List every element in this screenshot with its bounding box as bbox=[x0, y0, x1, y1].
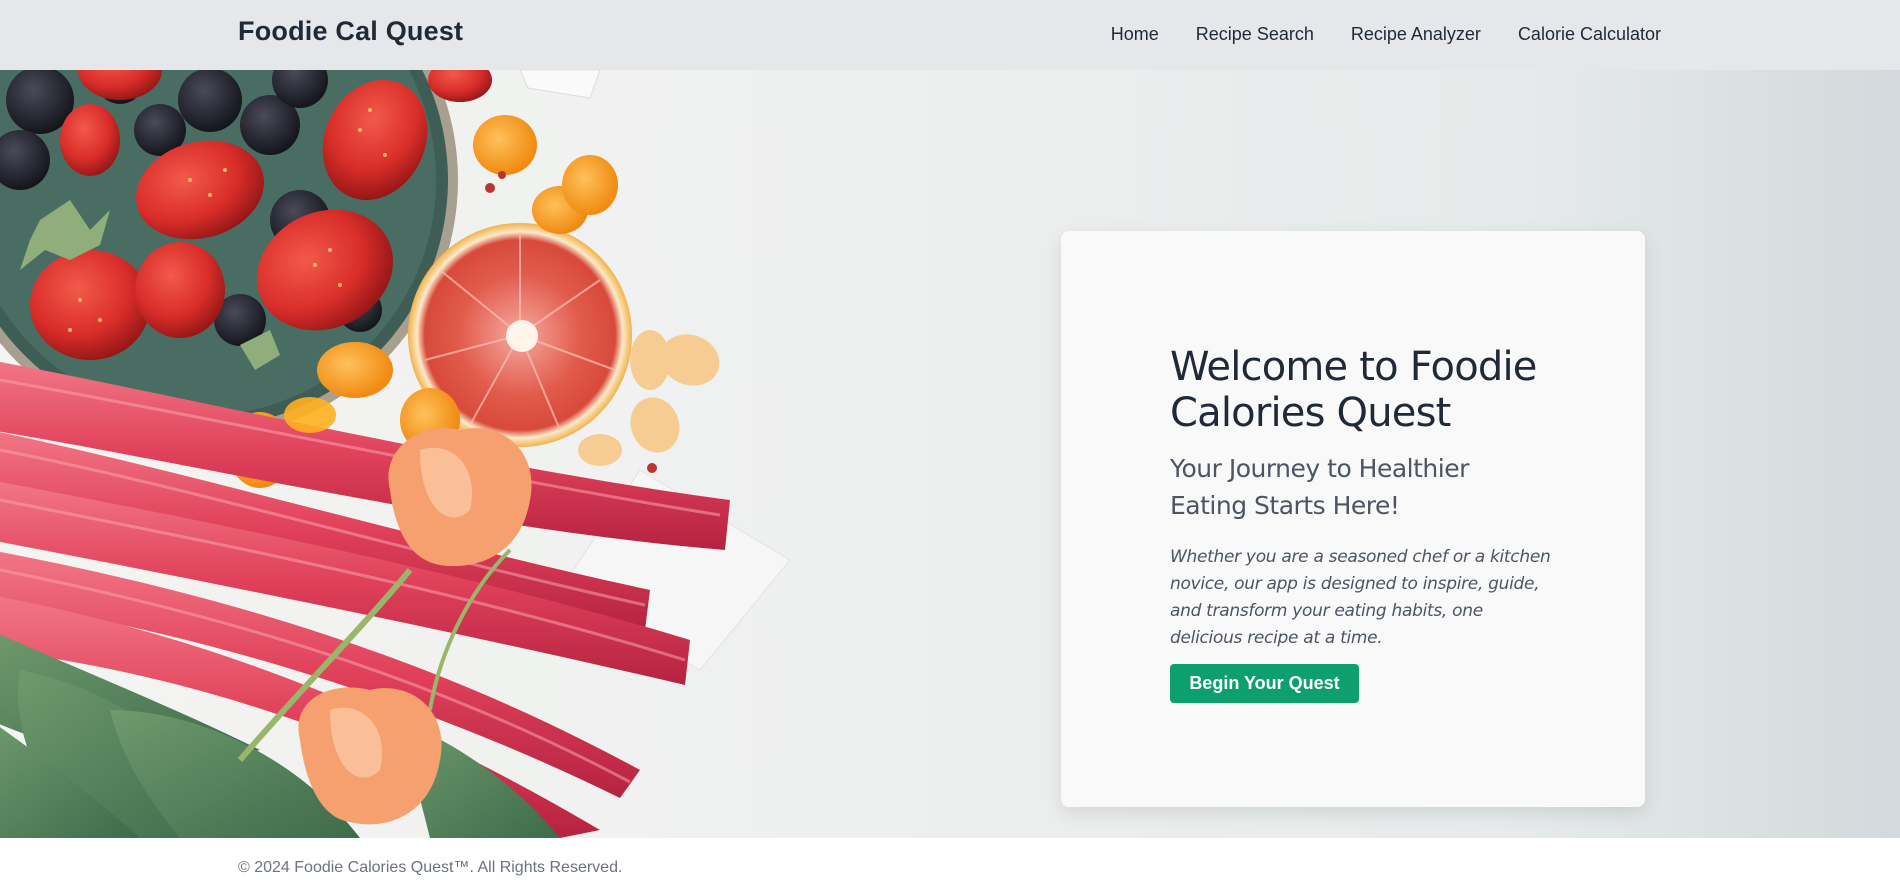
welcome-subheading: Your Journey to Healthier Eating Starts … bbox=[1170, 454, 1469, 520]
copyright-text: © 2024 Foodie Calories Quest™. All Right… bbox=[238, 859, 623, 876]
begin-quest-button[interactable]: Begin Your Quest bbox=[1170, 664, 1359, 703]
nav-link-recipe-search[interactable]: Recipe Search bbox=[1196, 24, 1314, 45]
welcome-card: Welcome to Foodie Calories Quest Your Jo… bbox=[1061, 231, 1645, 807]
hero-food-image bbox=[0, 70, 791, 838]
page-footer: © 2024 Foodie Calories Quest™. All Right… bbox=[0, 838, 1900, 889]
brand-logo[interactable]: Foodie Cal Quest bbox=[238, 16, 463, 47]
main-nav: Home Recipe Search Recipe Analyzer Calor… bbox=[1111, 24, 1661, 45]
welcome-heading: Welcome to Foodie Calories Quest bbox=[1170, 344, 1537, 436]
nav-link-home[interactable]: Home bbox=[1111, 24, 1159, 45]
welcome-description: Whether you are a seasoned chef or a kit… bbox=[1170, 547, 1551, 648]
top-navbar: Foodie Cal Quest Home Recipe Search Reci… bbox=[0, 0, 1900, 70]
nav-link-recipe-analyzer[interactable]: Recipe Analyzer bbox=[1351, 24, 1481, 45]
nav-link-calorie-calculator[interactable]: Calorie Calculator bbox=[1518, 24, 1661, 45]
hero-section: Welcome to Foodie Calories Quest Your Jo… bbox=[0, 70, 1900, 838]
